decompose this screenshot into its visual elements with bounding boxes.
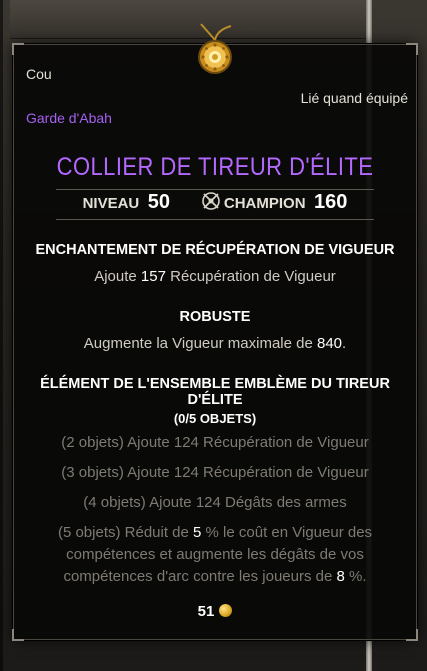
enchantment-title: ENCHANTEMENT DE RÉCUPÉRATION DE VIGUEUR [35,242,395,258]
trait-section: ROBUSTE Augmente la Vigueur maximale de … [14,309,416,355]
tooltip-corner [12,629,24,641]
item-tooltip: Cou Lié quand équipé Garde d'Abah COLLIE… [12,43,418,641]
item-name: COLLIER DE TIREUR D'ÉLITE [56,153,374,181]
set-count: (0/5 OBJETS) [173,411,257,426]
item-origin: Garde d'Abah [26,110,112,126]
set-bonus-2: (2 objets) Ajoute 124 Récupération de Vi… [61,434,369,451]
golden-amulet-icon [198,23,232,74]
champion-label: CHAMPION [223,195,306,212]
set-section: ÉLÉMENT DE L'ENSEMBLE EMBLÈME DU TIREUR … [14,376,416,588]
trait-description: Augmente la Vigueur maximale de 840. [83,335,347,352]
level-label: NIVEAU [82,195,140,212]
title-divider [56,189,374,190]
set-bonus-4: (4 objets) Ajoute 124 Dégâts des armes [83,494,347,511]
tooltip-corner [406,43,418,55]
item-value: 51 [14,603,416,620]
champion-value: 160 [314,191,348,213]
enchantment-value: 157 [140,268,166,285]
trait-title: ROBUSTE [179,309,251,325]
gold-coin-icon [219,604,233,617]
set-bonus-5: (5 objets) Réduit de 5 % le coût en Vigu… [57,524,373,585]
enchantment-section: ENCHANTEMENT DE RÉCUPÉRATION DE VIGUEUR … [14,242,416,288]
tooltip-corner [406,629,418,641]
level-value: 50 [147,191,170,213]
bind-status: Lié quand équipé [300,90,408,106]
set-bonus-3: (3 objets) Ajoute 124 Récupération de Vi… [61,464,369,481]
gold-value: 51 [197,603,215,620]
champion-icon [202,192,220,210]
background-beam [10,0,370,39]
set-title: ÉLÉMENT DE L'ENSEMBLE EMBLÈME DU TIREUR … [40,376,390,408]
set-bonus-5-value-damage: 8 [336,568,345,585]
enchantment-description: Ajoute 157 Récupération de Vigueur [94,268,336,285]
trait-value: 840 [317,335,343,352]
level-row: NIVEAU 50 CHAMPION 160 [14,191,416,214]
equip-slot: Cou [26,66,52,82]
tooltip-corner [12,43,24,55]
level-divider [56,219,374,220]
